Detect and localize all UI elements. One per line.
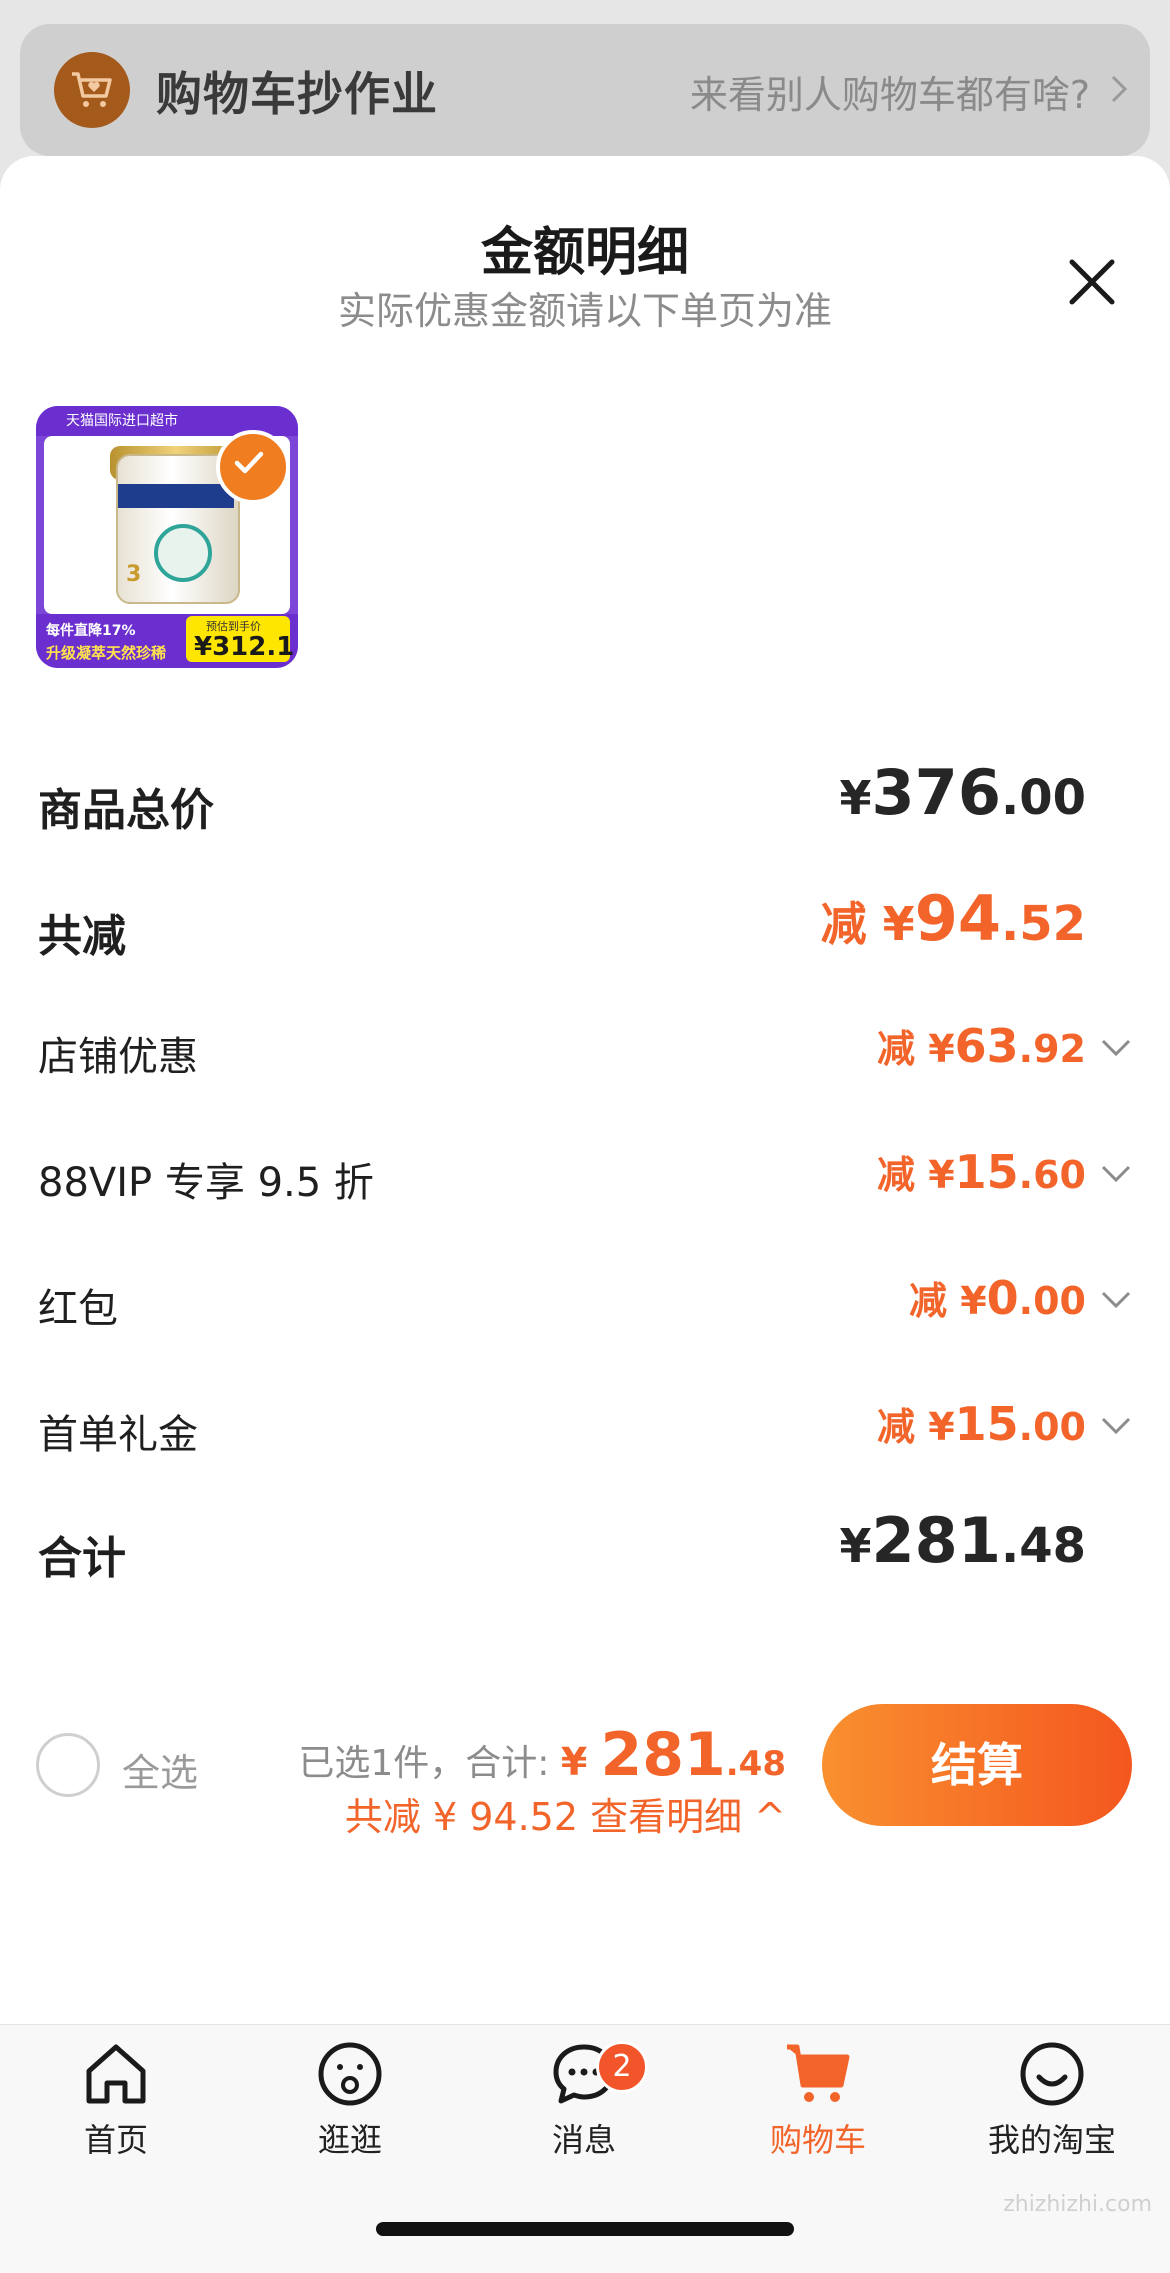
sheet-title: 金额明细 (480, 223, 689, 283)
total-price-label: 商品总价 (38, 785, 214, 836)
vip-discount-label: 88VIP 专享 9.5 折 (38, 1160, 374, 1206)
sum-label: 合计 (38, 1533, 126, 1584)
tab-home[interactable]: 首页 (16, 2039, 216, 2169)
tab-my-taobao[interactable]: 我的淘宝 (952, 2039, 1152, 2169)
tab-label: 消息 (551, 2121, 616, 2159)
banner-link[interactable]: 来看别人购物车都有啥? (690, 64, 1090, 119)
red-packet-value: 减 ¥0.00 (908, 1271, 1086, 1325)
browse-icon (318, 2042, 382, 2106)
home-icon (86, 2044, 146, 2104)
home-indicator (376, 2222, 794, 2236)
first-order-gift-value: 减 ¥15.00 (876, 1397, 1086, 1451)
banner-title: 购物车抄作业 (156, 67, 438, 121)
total-price-value: ¥376.00 (839, 756, 1086, 829)
product-thumbnail[interactable]: 天猫国际进口超市 3 每件直降17% 升级凝萃天然珍稀 预估到手价 ¥312.1 (36, 406, 298, 668)
chevron-down-icon[interactable] (1100, 1038, 1132, 1058)
store-discount-label: 店铺优惠 (38, 1034, 198, 1080)
cart-icon (787, 2044, 850, 2102)
tab-browse[interactable]: 逛逛 (250, 2039, 450, 2169)
cart-heart-icon (54, 52, 130, 128)
profile-icon (1020, 2042, 1084, 2106)
tab-label: 逛逛 (317, 2121, 382, 2159)
can-stage-number: 3 (126, 562, 142, 587)
tab-messages[interactable]: 消息 2 (484, 2039, 684, 2169)
total-reduction-label: 共减 (38, 911, 126, 962)
close-icon[interactable] (1064, 254, 1120, 310)
total-reduction-value: 减 ¥94.52 (820, 882, 1086, 955)
tab-label: 购物车 (769, 2121, 866, 2159)
sheet-subtitle: 实际优惠金额请以下单页为准 (337, 289, 832, 333)
view-detail-link[interactable]: 共减 ¥ 94.52 查看明细 ^ (345, 1786, 786, 1841)
product-discount-tag: 每件直降17% (46, 623, 136, 639)
select-all-label[interactable]: 全选 (122, 1742, 198, 1797)
chevron-right-icon (1111, 75, 1128, 103)
vip-discount-value: 减 ¥15.60 (876, 1145, 1086, 1199)
product-estimated-price: ¥312.1 (194, 632, 295, 662)
checkout-total: 已选1件，合计: ¥ 281.48 (298, 1720, 786, 1790)
tab-cart[interactable]: 购物车 (718, 2039, 918, 2169)
first-order-gift-label: 首单礼金 (38, 1412, 198, 1458)
select-all-radio[interactable] (36, 1733, 100, 1797)
tab-label: 我的淘宝 (987, 2121, 1116, 2159)
chevron-down-icon[interactable] (1100, 1416, 1132, 1436)
chevron-down-icon[interactable] (1100, 1164, 1132, 1184)
product-slogan: 升级凝萃天然珍稀 (46, 644, 167, 662)
tab-label: 首页 (83, 2121, 148, 2159)
store-discount-value: 减 ¥63.92 (876, 1019, 1086, 1073)
shopping-list-banner[interactable]: 购物车抄作业 来看别人购物车都有啥? (20, 24, 1150, 156)
red-packet-label: 红包 (38, 1286, 118, 1332)
message-count-badge: 2 (596, 2041, 648, 2093)
watermark: zhizhizhi.com (1003, 2192, 1152, 2217)
product-store-text: 天猫国际进口超市 (66, 413, 178, 429)
chevron-down-icon[interactable] (1100, 1290, 1132, 1310)
checkout-button[interactable]: 结算 (822, 1704, 1132, 1826)
sum-value: ¥281.48 (839, 1504, 1086, 1577)
selected-check-icon[interactable] (216, 430, 290, 504)
